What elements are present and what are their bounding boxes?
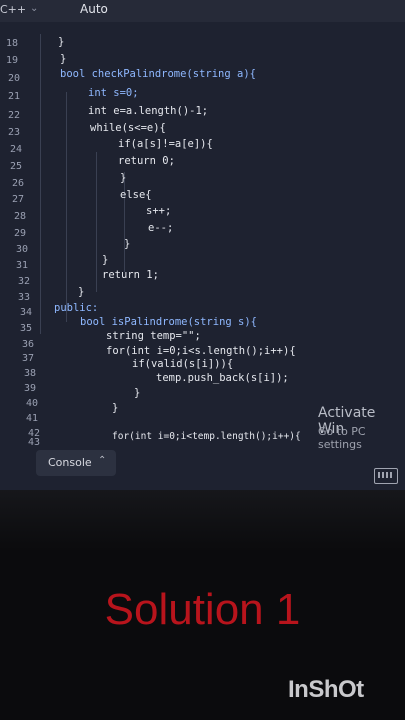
line-number: 33 <box>17 292 30 303</box>
code-line: string temp=""; <box>106 330 201 342</box>
line-number: 31 <box>15 260 28 271</box>
code-line: if(a[s]!=a[e]){ <box>118 138 213 150</box>
code-line: for(int i=0;i<temp.length();i++){ <box>112 431 301 442</box>
line-number: 24 <box>9 144 22 155</box>
code-line: return 0; <box>118 155 175 167</box>
video-caption: Solution 1 <box>104 585 301 634</box>
mode-selector[interactable]: Auto <box>80 2 108 16</box>
line-number: 20 <box>7 73 20 84</box>
code-line: } <box>112 402 119 414</box>
line-number: 25 <box>9 161 22 172</box>
code-line: return 1; <box>102 269 159 281</box>
console-button[interactable]: Console ⌃ <box>36 450 116 476</box>
line-number: 22 <box>7 110 20 121</box>
chevron-up-icon: ⌃ <box>98 455 107 466</box>
code-line: } <box>102 254 109 266</box>
line-number: 39 <box>23 383 36 394</box>
console-label: Console <box>48 456 92 469</box>
indent-guide <box>96 152 97 292</box>
language-selector[interactable]: C++ <box>0 3 26 16</box>
code-line: public: <box>54 302 99 314</box>
line-number: 28 <box>13 211 26 222</box>
line-number: 34 <box>19 307 32 318</box>
code-line: else{ <box>120 189 152 201</box>
inshot-watermark: InShOt <box>288 676 364 703</box>
line-number: 40 <box>25 398 38 409</box>
editor-screen: C++ ⌄ Auto 18 } 19 } 20 bool checkPalind… <box>0 0 405 490</box>
code-line: temp.push_back(s[i]); <box>156 372 289 384</box>
line-number: 23 <box>7 127 20 138</box>
activation-watermark-subtitle: Go to PC settings <box>318 425 366 451</box>
line-number: 35 <box>19 323 32 334</box>
code-line: e--; <box>148 222 174 234</box>
code-line: int s=0; <box>88 87 139 99</box>
keyboard-icon[interactable] <box>374 468 398 484</box>
line-number: 32 <box>17 276 30 287</box>
line-number: 43 <box>27 437 40 448</box>
code-line: } <box>124 238 131 250</box>
line-number: 18 <box>5 38 18 49</box>
line-number: 29 <box>13 228 26 239</box>
code-line: } <box>60 53 67 65</box>
code-line: int e=a.length()-1; <box>88 105 209 117</box>
line-number: 41 <box>25 413 38 424</box>
code-line: } <box>134 387 141 399</box>
chevron-down-icon[interactable]: ⌄ <box>30 3 38 14</box>
code-line: if(valid(s[i])){ <box>132 358 234 370</box>
indent-guide <box>40 34 41 334</box>
code-line: for(int i=0;i<s.length();i++){ <box>106 345 296 357</box>
line-number: 19 <box>5 55 18 66</box>
line-number: 21 <box>7 91 20 102</box>
line-number: 37 <box>21 353 34 364</box>
code-line: } <box>58 36 65 48</box>
line-number: 38 <box>23 368 36 379</box>
indent-guide <box>66 92 67 322</box>
code-line: bool isPalindrome(string s){ <box>80 316 258 328</box>
line-number: 36 <box>21 339 34 350</box>
line-number: 27 <box>11 194 24 205</box>
code-line: while(s<=e){ <box>90 122 166 134</box>
editor-toolbar: C++ ⌄ Auto <box>0 0 405 22</box>
code-line: } <box>120 172 127 184</box>
code-editor[interactable]: 18 } 19 } 20 bool checkPalindrome(string… <box>0 34 405 448</box>
indent-guide <box>124 172 125 272</box>
code-line: s++; <box>146 205 172 217</box>
code-line: bool checkPalindrome(string a){ <box>60 68 256 80</box>
line-number: 26 <box>11 178 24 189</box>
monitor-bezel <box>0 490 405 550</box>
line-number: 30 <box>15 244 28 255</box>
code-line: } <box>78 286 85 298</box>
